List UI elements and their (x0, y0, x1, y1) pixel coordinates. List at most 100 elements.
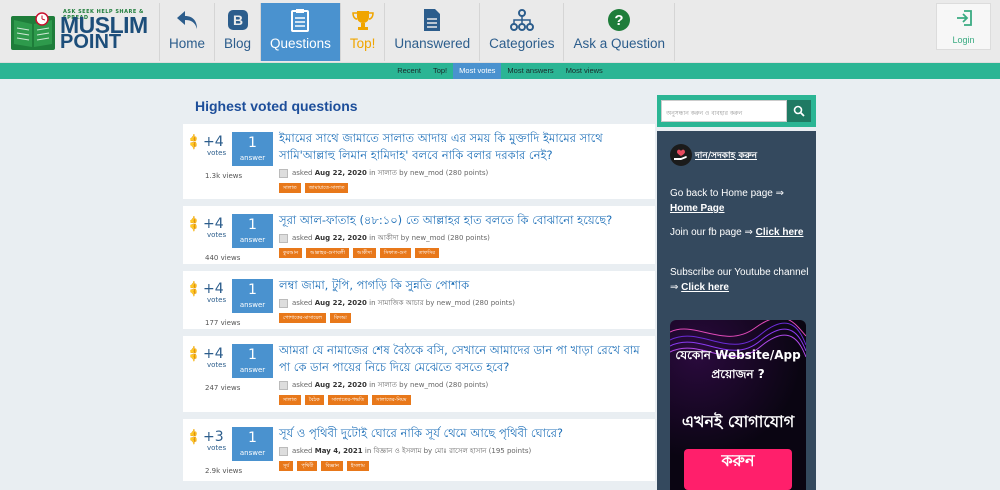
question-user[interactable]: new_mod (410, 169, 444, 177)
votes-label: votes (207, 361, 227, 369)
nav-top-label: Top! (349, 36, 376, 51)
tag[interactable]: সালাত (279, 183, 301, 193)
question-meta: asked Aug 22, 2020 in সামাজিক আচার by ne… (279, 297, 515, 309)
answer-label: answer (239, 301, 266, 309)
tag[interactable]: বৈঠক (304, 395, 324, 405)
thumbs-down-icon[interactable]: 👎 (189, 437, 201, 445)
nav-home[interactable]: Home (159, 3, 214, 61)
thumbs-up-icon[interactable]: 👍 (189, 429, 201, 437)
subnav-most-answers[interactable]: Most answers (501, 63, 559, 79)
tag[interactable]: ইসলাম (346, 461, 369, 471)
user-points: (195 points) (488, 447, 532, 455)
question-user[interactable]: মোঃ রাসেল হাসান (434, 445, 486, 457)
clipboard-icon (290, 8, 310, 32)
tag[interactable]: সিফাত-গুণ (379, 248, 411, 258)
vote-box: 👍 👎 +4 votes (189, 134, 229, 157)
tag[interactable]: তাফসির (414, 248, 439, 258)
subnav-most-views[interactable]: Most views (560, 63, 609, 79)
question-category[interactable]: সামাজিক আচার (378, 297, 424, 309)
thumbs-up-icon[interactable]: 👍 (189, 216, 201, 224)
tag[interactable]: কুরআন (279, 248, 303, 258)
avatar[interactable] (279, 233, 288, 243)
donate-link[interactable]: দান/সদকাহ করুন (670, 144, 757, 166)
avatar[interactable] (279, 446, 288, 456)
question-category[interactable]: আকীদা (378, 232, 399, 244)
answer-count: 1 (248, 347, 257, 363)
view-count: 1.3k views (205, 172, 243, 180)
votes-label: votes (207, 149, 227, 157)
view-count: 177 views (205, 319, 241, 327)
site-header: ASK SEEK HELP SHARE & SPREAD MUSLIM POIN… (0, 0, 1000, 63)
sitemap-icon (509, 8, 534, 32)
nav-blog[interactable]: B Blog (214, 3, 260, 61)
tag[interactable]: পোশাকের-মাসায়েল (279, 313, 327, 323)
search-button[interactable] (787, 100, 811, 122)
tag[interactable]: সালাত (279, 395, 301, 405)
avatar[interactable] (279, 168, 288, 178)
thumbs-down-icon[interactable]: 👎 (189, 354, 201, 362)
answer-label: answer (239, 236, 266, 244)
question-circle-icon: ? (607, 8, 631, 32)
subnav-recent[interactable]: Recent (391, 63, 427, 79)
question-item: 👍 👎 +4 votes 1 answer 1.3k views ইমামের স… (183, 124, 655, 199)
answer-label: answer (239, 366, 266, 374)
document-icon (423, 8, 441, 32)
question-user[interactable]: new_mod (410, 381, 444, 389)
ad-banner[interactable]: যেকোন Website/App প্রয়োজন ? এখনই যোগাযো… (670, 320, 806, 490)
thumbs-up-icon[interactable]: 👍 (189, 346, 201, 354)
avatar[interactable] (279, 298, 288, 308)
nav-unanswered[interactable]: Unanswered (384, 3, 479, 61)
tag[interactable]: সূর্য (279, 461, 294, 471)
home-page-link[interactable]: Home Page (670, 203, 724, 214)
subnav-top[interactable]: Top! (427, 63, 453, 79)
nav-questions[interactable]: Questions (260, 3, 340, 61)
login-button[interactable]: Login (936, 3, 991, 50)
nav-ask[interactable]: ? Ask a Question (563, 3, 676, 61)
question-title[interactable]: সূর্য ও পৃথিবী দুটোই ঘোরে নাকি সূর্য থেম… (279, 425, 649, 442)
sort-subnav: Recent Top! Most votes Most answers Most… (0, 63, 1000, 79)
tag[interactable]: বিদআ (330, 313, 351, 323)
question-meta: asked Aug 22, 2020 in সালাত by new_mod (… (279, 379, 488, 391)
fb-page-link[interactable]: Click here (756, 227, 804, 238)
question-title[interactable]: ইমামের সাথে জামাতে সালাত আদায় এর সময় ক… (279, 130, 649, 164)
nav-categories-label: Categories (489, 36, 555, 51)
question-user[interactable]: new_mod (412, 234, 446, 242)
thumbs-down-icon[interactable]: 👎 (189, 289, 201, 297)
tag[interactable]: সালাতের-পদ্ধতি (327, 395, 369, 405)
question-category[interactable]: সালাত (378, 167, 397, 179)
question-category[interactable]: সালাত (378, 379, 397, 391)
view-count: 247 views (205, 384, 241, 392)
site-logo[interactable]: ASK SEEK HELP SHARE & SPREAD MUSLIM POIN… (8, 6, 148, 54)
tag[interactable]: সালাতের-নিয়ম (372, 395, 411, 405)
avatar[interactable] (279, 380, 288, 390)
youtube-link[interactable]: Click here (681, 282, 729, 293)
donate-hand-icon (670, 144, 692, 166)
nav-categories[interactable]: Categories (479, 3, 563, 61)
question-date: Aug 22, 2020 (314, 169, 367, 177)
vote-box: 👍 👎 +4 votes (189, 216, 229, 239)
tag[interactable]: জামায়াতে-সালাত (304, 183, 349, 193)
thumbs-up-icon[interactable]: 👍 (189, 281, 201, 289)
question-date: Aug 22, 2020 (314, 381, 367, 389)
search-input[interactable]: অনুসন্ধান করুন ও ব্যবহার করুন (661, 100, 787, 122)
tag[interactable]: আল্লাহর-গুণাবলী (306, 248, 349, 258)
tag[interactable]: বিজ্ঞান (321, 461, 343, 471)
question-title[interactable]: আমরা যে নামাজের শেষ বৈঠকে বসি, সেখানে আম… (279, 342, 649, 376)
answer-count: 1 (248, 135, 257, 151)
question-title[interactable]: লম্বা জামা, টুপি, পাগড়ি কি সুন্নতি পোশা… (279, 277, 649, 294)
question-item: 👍 👎 +4 votes 1 answer 440 views সূরা আল-ফ… (183, 206, 655, 264)
tag[interactable]: পৃথিবী (297, 461, 318, 471)
tag[interactable]: আকীদা (352, 248, 376, 258)
question-title[interactable]: সূরা আল-ফাতাহ (৪৮:১০) তে আল্লাহর হাত বলত… (279, 212, 649, 229)
question-user[interactable]: new_mod (437, 299, 471, 307)
subnav-most-votes[interactable]: Most votes (453, 63, 502, 79)
thumbs-down-icon[interactable]: 👎 (189, 224, 201, 232)
nav-ask-label: Ask a Question (573, 36, 666, 51)
vote-count: +4 (203, 346, 224, 362)
trophy-icon (351, 8, 374, 32)
question-category[interactable]: বিজ্ঞান ও ইসলাম (374, 445, 422, 457)
thumbs-up-icon[interactable]: 👍 (189, 134, 201, 142)
nav-top[interactable]: Top! (339, 3, 385, 61)
thumbs-down-icon[interactable]: 👎 (189, 142, 201, 150)
logo-line2: POINT (60, 31, 122, 53)
